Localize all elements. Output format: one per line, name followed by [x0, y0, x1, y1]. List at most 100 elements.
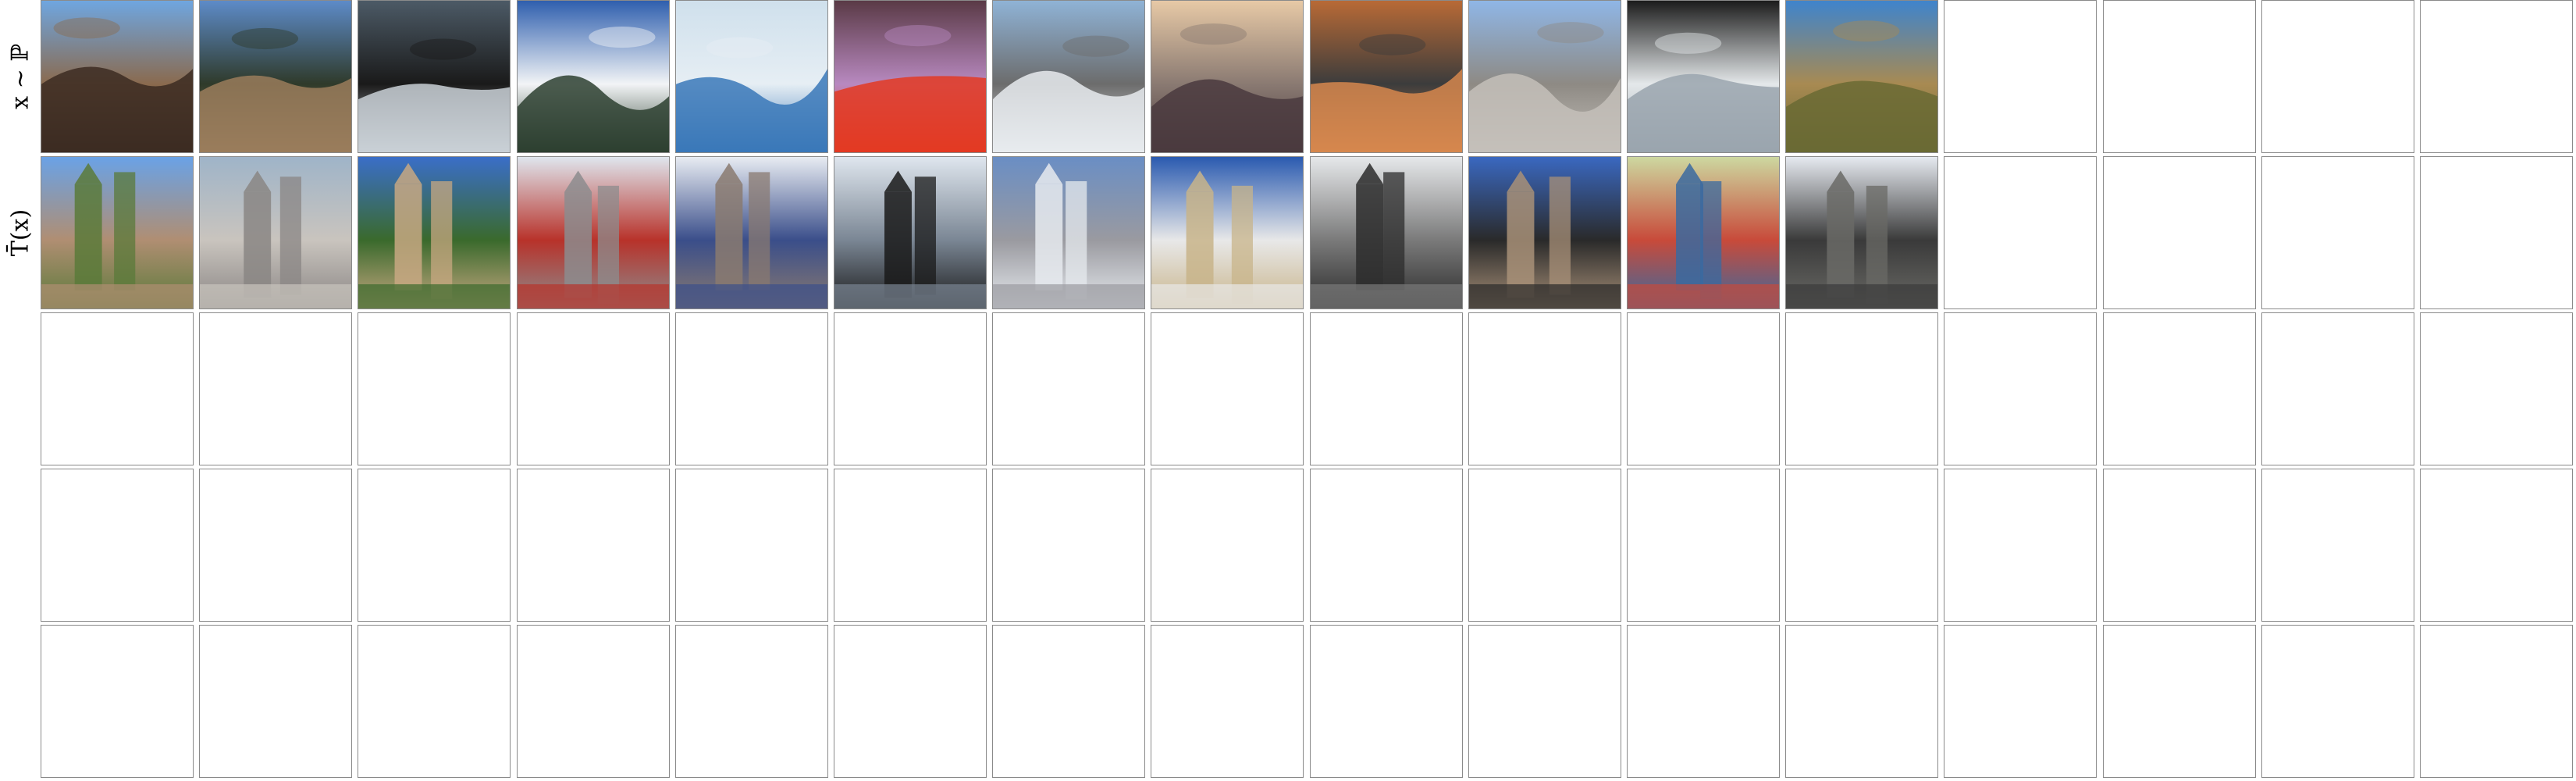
thumbnail-picture	[993, 157, 1144, 308]
empty-grid-cell	[1310, 625, 1463, 778]
empty-grid-cell	[2103, 312, 2256, 465]
empty-grid-cell	[2103, 625, 2256, 778]
empty-grid-cell	[2420, 625, 2573, 778]
empty-grid-cell	[1468, 469, 1621, 622]
empty-grid-cell	[2261, 312, 2414, 465]
source-image-three-people-hiking-portrait	[199, 0, 352, 153]
empty-grid-cell	[1785, 312, 1938, 465]
empty-grid-cell	[2261, 0, 2414, 153]
empty-grid-cell	[1151, 469, 1304, 622]
thumbnail-picture	[41, 157, 193, 308]
thumbnail-picture	[1786, 1, 1937, 152]
empty-grid-cell	[358, 625, 511, 778]
empty-grid-cell	[517, 469, 670, 622]
empty-grid-cell	[199, 625, 352, 778]
empty-grid-cell	[2261, 156, 2414, 309]
empty-grid-cell	[517, 312, 670, 465]
empty-grid-cell	[1944, 0, 2097, 153]
thumbnail-picture	[834, 1, 986, 152]
empty-grid-cell	[2261, 469, 2414, 622]
empty-grid-cell	[199, 312, 352, 465]
empty-grid-cell	[992, 469, 1145, 622]
empty-grid-cell	[2420, 0, 2573, 153]
thumbnail-picture	[518, 157, 669, 308]
empty-grid-cell	[2420, 312, 2573, 465]
empty-grid-cell	[1944, 312, 2097, 465]
transported-image-palace-over-water	[992, 156, 1145, 309]
thumbnail-picture	[1628, 1, 1779, 152]
transported-image-dark-cave-castle	[834, 156, 987, 309]
empty-grid-cell	[2103, 156, 2256, 309]
transported-image-gothic-cathedral-towers	[199, 156, 352, 309]
empty-grid-cell	[1944, 469, 2097, 622]
empty-grid-cell	[2103, 469, 2256, 622]
image-grid-figure: x ~ ℙ T̄(x)	[0, 0, 2576, 781]
thumbnail-picture	[518, 1, 669, 152]
thumbnail-picture	[1628, 157, 1779, 308]
source-image-glowing-lava-in-crater	[834, 0, 987, 153]
thumbnail-picture	[1786, 157, 1937, 308]
row-label-source: x ~ ℙ	[0, 0, 41, 153]
empty-grid-cell	[2261, 625, 2414, 778]
source-image-person-on-snowy-plain	[992, 0, 1145, 153]
transport-map-label: T̄(x)	[6, 209, 34, 257]
empty-grid-cell	[675, 625, 828, 778]
source-distribution-label: x ~ ℙ	[6, 44, 34, 109]
transported-image-cathedral-facade-red-base	[517, 156, 670, 309]
empty-grid-cell	[517, 625, 670, 778]
thumbnail-picture	[1469, 1, 1621, 152]
source-image-stormy-clouds-over-dark-land	[358, 0, 511, 153]
empty-grid-cell	[41, 469, 194, 622]
empty-grid-cell	[1944, 625, 2097, 778]
source-image-orange-sand-dune	[1310, 0, 1463, 153]
empty-grid-cell	[834, 312, 987, 465]
empty-grid-cell	[358, 312, 511, 465]
transported-image-castle-with-yellow-light	[1151, 156, 1304, 309]
empty-grid-cell	[2103, 0, 2256, 153]
empty-grid-cell	[834, 469, 987, 622]
source-image-rocky-canyon-landscape	[41, 0, 194, 153]
thumbnail-picture	[834, 157, 986, 308]
empty-grid-cell	[41, 312, 194, 465]
source-image-mountain-road-at-dusk	[1151, 0, 1304, 153]
thumbnail-picture	[676, 1, 827, 152]
thumbnail-picture	[200, 1, 351, 152]
transported-image-canyon-as-castle	[41, 156, 194, 309]
row-label-transported: T̄(x)	[0, 156, 41, 309]
transported-image-colourful-garden-castle	[1627, 156, 1780, 309]
empty-grid-cell	[1468, 625, 1621, 778]
empty-grid-cell	[675, 312, 828, 465]
thumbnail-picture	[1311, 1, 1462, 152]
empty-grid-cell	[1310, 312, 1463, 465]
thumbnail-picture	[200, 157, 351, 308]
empty-grid-cell	[992, 625, 1145, 778]
source-image-grey-eroded-badlands	[1468, 0, 1621, 153]
source-image-sea-cave-view	[1627, 0, 1780, 153]
transported-image-grey-stone-towers	[1785, 156, 1938, 309]
thumbnail-picture	[1151, 157, 1303, 308]
transported-image-castle-with-clouds	[675, 156, 828, 309]
thumbnail-picture	[1311, 157, 1462, 308]
empty-grid-cell	[1627, 312, 1780, 465]
empty-grid-cell	[2420, 156, 2573, 309]
empty-grid-cell	[1151, 625, 1304, 778]
empty-grid-cell	[1785, 625, 1938, 778]
empty-grid-cell	[358, 469, 511, 622]
empty-grid-cell	[199, 469, 352, 622]
empty-grid-cell	[675, 469, 828, 622]
thumbnail-picture	[993, 1, 1144, 152]
thumbnail-picture	[1151, 1, 1303, 152]
empty-grid-cell	[1151, 312, 1304, 465]
source-image-green-mountain-peak	[1785, 0, 1938, 153]
empty-grid-cell	[992, 312, 1145, 465]
empty-grid-cell	[1944, 156, 2097, 309]
source-image-snowy-forest-slope	[517, 0, 670, 153]
transported-image-dark-ruined-towers	[1310, 156, 1463, 309]
thumbnail-picture	[358, 1, 510, 152]
thumbnail-picture	[41, 1, 193, 152]
transported-image-castle-blue-sky-bright	[1468, 156, 1621, 309]
empty-grid-cell	[41, 625, 194, 778]
empty-grid-cell	[834, 625, 987, 778]
thumbnail-picture	[1469, 157, 1621, 308]
empty-grid-cell	[1627, 625, 1780, 778]
